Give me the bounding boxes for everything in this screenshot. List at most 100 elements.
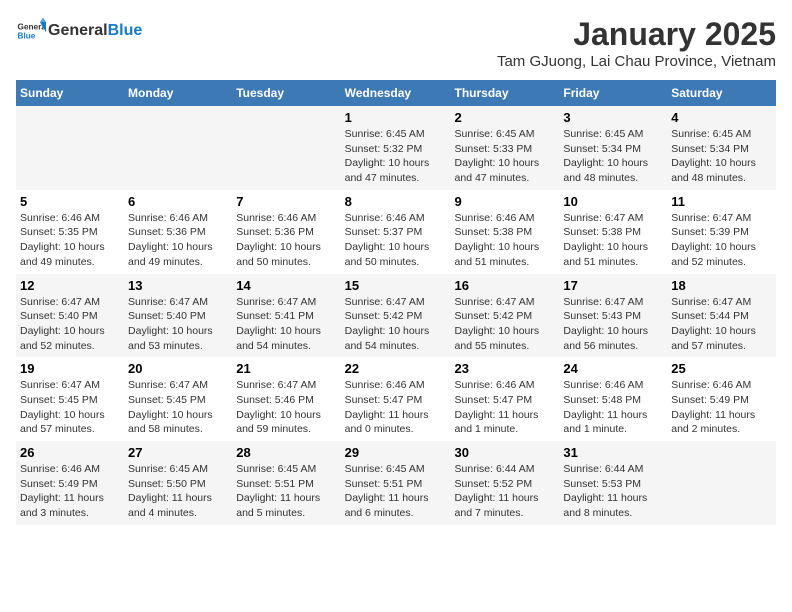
day-number: 5 — [20, 194, 120, 209]
calendar-cell — [667, 441, 776, 525]
day-info: Sunrise: 6:45 AMSunset: 5:34 PMDaylight:… — [671, 127, 772, 186]
calendar-cell — [16, 106, 124, 190]
day-number: 3 — [563, 110, 663, 125]
day-number: 25 — [671, 361, 772, 376]
day-number: 19 — [20, 361, 120, 376]
calendar-cell: 6Sunrise: 6:46 AMSunset: 5:36 PMDaylight… — [124, 190, 232, 274]
day-info: Sunrise: 6:47 AMSunset: 5:39 PMDaylight:… — [671, 211, 772, 270]
col-thursday: Thursday — [451, 80, 560, 106]
calendar-cell: 22Sunrise: 6:46 AMSunset: 5:47 PMDayligh… — [341, 357, 451, 441]
calendar-week-4: 19 Sunrise: 6:47 AMSunset: 5:45 PMDayligh… — [16, 357, 776, 441]
day-number: 26 — [20, 445, 120, 460]
calendar-cell: 26Sunrise: 6:46 AMSunset: 5:49 PMDayligh… — [16, 441, 124, 525]
day-info: Sunrise: 6:45 AMSunset: 5:33 PMDaylight:… — [455, 127, 556, 186]
day-number: 30 — [455, 445, 556, 460]
day-number: 18 — [671, 278, 772, 293]
day-info: Sunrise: 6:46 AMSunset: 5:47 PMDaylight:… — [455, 378, 556, 437]
day-info: Sunrise: 6:44 AMSunset: 5:52 PMDaylight:… — [455, 462, 556, 521]
day-number: 23 — [455, 361, 556, 376]
calendar-cell: 14 Sunrise: 6:47 AMSunset: 5:41 PMDayligh… — [232, 274, 340, 358]
day-info: Sunrise: 6:46 AMSunset: 5:38 PMDaylight:… — [455, 211, 556, 270]
day-number: 20 — [128, 361, 228, 376]
month-title: January 2025 — [497, 16, 776, 53]
day-info: Sunrise: 6:46 AMSunset: 5:48 PMDaylight:… — [563, 378, 663, 437]
calendar-cell: 24 Sunrise: 6:46 AMSunset: 5:48 PMDayligh… — [559, 357, 667, 441]
day-number: 10 — [563, 194, 663, 209]
day-info: Sunrise: 6:46 AMSunset: 5:37 PMDaylight:… — [345, 211, 447, 270]
day-info: Sunrise: 6:45 AMSunset: 5:34 PMDaylight:… — [563, 127, 663, 186]
calendar-cell — [232, 106, 340, 190]
day-info: Sunrise: 6:47 AMSunset: 5:45 PMDaylight:… — [128, 378, 228, 437]
day-number: 8 — [345, 194, 447, 209]
calendar-cell: 1 Sunrise: 6:45 AMSunset: 5:32 PMDaylight… — [341, 106, 451, 190]
day-number: 1 — [345, 110, 447, 125]
calendar-body: 1 Sunrise: 6:45 AMSunset: 5:32 PMDaylight… — [16, 106, 776, 525]
day-info: Sunrise: 6:47 AMSunset: 5:45 PMDaylight:… — [20, 378, 120, 437]
day-number: 2 — [455, 110, 556, 125]
calendar-cell: 29 Sunrise: 6:45 AMSunset: 5:51 PMDayligh… — [341, 441, 451, 525]
calendar-cell: 12Sunrise: 6:47 AMSunset: 5:40 PMDayligh… — [16, 274, 124, 358]
page-header: General Blue General Blue January 2025 Ta… — [16, 16, 776, 70]
calendar-week-1: 1 Sunrise: 6:45 AMSunset: 5:32 PMDaylight… — [16, 106, 776, 190]
day-number: 31 — [563, 445, 663, 460]
day-number: 29 — [345, 445, 447, 460]
calendar-cell: 7Sunrise: 6:46 AMSunset: 5:36 PMDaylight… — [232, 190, 340, 274]
location-title: Tam GJuong, Lai Chau Province, Vietnam — [497, 53, 776, 70]
day-info: Sunrise: 6:47 AMSunset: 5:40 PMDaylight:… — [20, 295, 120, 354]
day-number: 9 — [455, 194, 556, 209]
day-number: 14 — [236, 278, 336, 293]
calendar-cell: 13Sunrise: 6:47 AMSunset: 5:40 PMDayligh… — [124, 274, 232, 358]
day-info: Sunrise: 6:44 AMSunset: 5:53 PMDaylight:… — [563, 462, 663, 521]
calendar-week-5: 26Sunrise: 6:46 AMSunset: 5:49 PMDayligh… — [16, 441, 776, 525]
calendar-week-3: 12Sunrise: 6:47 AMSunset: 5:40 PMDayligh… — [16, 274, 776, 358]
day-info: Sunrise: 6:47 AMSunset: 5:42 PMDaylight:… — [345, 295, 447, 354]
calendar-cell: 18 Sunrise: 6:47 AMSunset: 5:44 PMDayligh… — [667, 274, 776, 358]
calendar-cell: 2 Sunrise: 6:45 AMSunset: 5:33 PMDaylight… — [451, 106, 560, 190]
calendar-cell: 8 Sunrise: 6:46 AMSunset: 5:37 PMDaylight… — [341, 190, 451, 274]
calendar-cell: 21Sunrise: 6:47 AMSunset: 5:46 PMDayligh… — [232, 357, 340, 441]
logo-general-text: General — [48, 22, 108, 39]
day-number: 16 — [455, 278, 556, 293]
calendar-cell: 17 Sunrise: 6:47 AMSunset: 5:43 PMDayligh… — [559, 274, 667, 358]
day-info: Sunrise: 6:47 AMSunset: 5:43 PMDaylight:… — [563, 295, 663, 354]
day-number: 6 — [128, 194, 228, 209]
calendar-cell: 27Sunrise: 6:45 AMSunset: 5:50 PMDayligh… — [124, 441, 232, 525]
day-number: 24 — [563, 361, 663, 376]
calendar-cell: 19 Sunrise: 6:47 AMSunset: 5:45 PMDayligh… — [16, 357, 124, 441]
day-info: Sunrise: 6:46 AMSunset: 5:49 PMDaylight:… — [671, 378, 772, 437]
day-number: 11 — [671, 194, 772, 209]
day-number: 27 — [128, 445, 228, 460]
day-info: Sunrise: 6:47 AMSunset: 5:38 PMDaylight:… — [563, 211, 663, 270]
day-info: Sunrise: 6:47 AMSunset: 5:44 PMDaylight:… — [671, 295, 772, 354]
calendar-cell: 23 Sunrise: 6:46 AMSunset: 5:47 PMDayligh… — [451, 357, 560, 441]
col-sunday: Sunday — [16, 80, 124, 106]
col-saturday: Saturday — [667, 80, 776, 106]
col-friday: Friday — [559, 80, 667, 106]
calendar-cell: 4 Sunrise: 6:45 AMSunset: 5:34 PMDaylight… — [667, 106, 776, 190]
day-info: Sunrise: 6:45 AMSunset: 5:51 PMDaylight:… — [345, 462, 447, 521]
day-info: Sunrise: 6:47 AMSunset: 5:46 PMDaylight:… — [236, 378, 336, 437]
svg-text:Blue: Blue — [18, 32, 36, 41]
calendar-cell: 5 Sunrise: 6:46 AMSunset: 5:35 PMDaylight… — [16, 190, 124, 274]
logo: General Blue General Blue — [16, 16, 142, 46]
day-number: 28 — [236, 445, 336, 460]
day-info: Sunrise: 6:46 AMSunset: 5:35 PMDaylight:… — [20, 211, 120, 270]
calendar-header: Sunday Monday Tuesday Wednesday Thursday… — [16, 80, 776, 106]
day-info: Sunrise: 6:47 AMSunset: 5:41 PMDaylight:… — [236, 295, 336, 354]
col-monday: Monday — [124, 80, 232, 106]
calendar-week-2: 5 Sunrise: 6:46 AMSunset: 5:35 PMDaylight… — [16, 190, 776, 274]
day-info: Sunrise: 6:45 AMSunset: 5:51 PMDaylight:… — [236, 462, 336, 521]
calendar-cell: 25 Sunrise: 6:46 AMSunset: 5:49 PMDayligh… — [667, 357, 776, 441]
day-number: 15 — [345, 278, 447, 293]
logo-icon: General Blue — [16, 16, 46, 46]
calendar-cell: 20 Sunrise: 6:47 AMSunset: 5:45 PMDayligh… — [124, 357, 232, 441]
day-info: Sunrise: 6:45 AMSunset: 5:32 PMDaylight:… — [345, 127, 447, 186]
col-wednesday: Wednesday — [341, 80, 451, 106]
day-info: Sunrise: 6:47 AMSunset: 5:42 PMDaylight:… — [455, 295, 556, 354]
day-number: 17 — [563, 278, 663, 293]
day-number: 7 — [236, 194, 336, 209]
calendar-cell: 15 Sunrise: 6:47 AMSunset: 5:42 PMDayligh… — [341, 274, 451, 358]
col-tuesday: Tuesday — [232, 80, 340, 106]
calendar-cell: 3 Sunrise: 6:45 AMSunset: 5:34 PMDaylight… — [559, 106, 667, 190]
day-number: 4 — [671, 110, 772, 125]
